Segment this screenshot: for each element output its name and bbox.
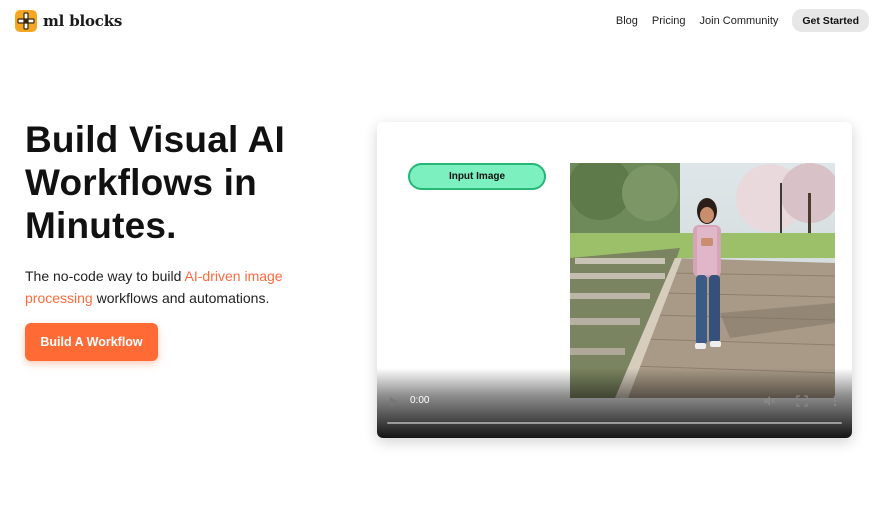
hero-subtitle-post: workflows and automations. (92, 290, 270, 306)
nav-link-blog[interactable]: Blog (616, 15, 638, 27)
demo-photo (570, 163, 835, 398)
video-time: 0:00 (410, 395, 430, 406)
fullscreen-icon[interactable] (796, 395, 808, 407)
brand-name: ml blocks (43, 12, 123, 30)
brand-logo[interactable]: ml blocks (15, 10, 122, 32)
more-icon[interactable] (829, 395, 841, 407)
nav-link-join-community[interactable]: Join Community (700, 15, 779, 27)
get-started-button[interactable]: Get Started (792, 9, 869, 32)
top-nav: ml blocks Blog Pricing Join Community Ge… (0, 0, 877, 42)
play-icon[interactable] (389, 396, 399, 408)
mute-icon[interactable] (763, 395, 775, 407)
logo-icon (15, 10, 37, 32)
video-progress-bar[interactable] (387, 422, 842, 424)
nav-link-pricing[interactable]: Pricing (652, 15, 686, 27)
nav-links: Blog Pricing Join Community Get Started (616, 9, 869, 32)
demo-video[interactable]: Input Image 0:00 (377, 122, 852, 438)
hero-title: Build Visual AI Workflows in Minutes. (25, 119, 285, 246)
hero-subtitle: The no-code way to build AI-driven image… (25, 265, 345, 309)
hero-subtitle-pre: The no-code way to build (25, 268, 185, 284)
video-controls: 0:00 (377, 368, 852, 438)
build-workflow-button[interactable]: Build A Workflow (25, 323, 158, 361)
input-image-node: Input Image (408, 163, 546, 190)
